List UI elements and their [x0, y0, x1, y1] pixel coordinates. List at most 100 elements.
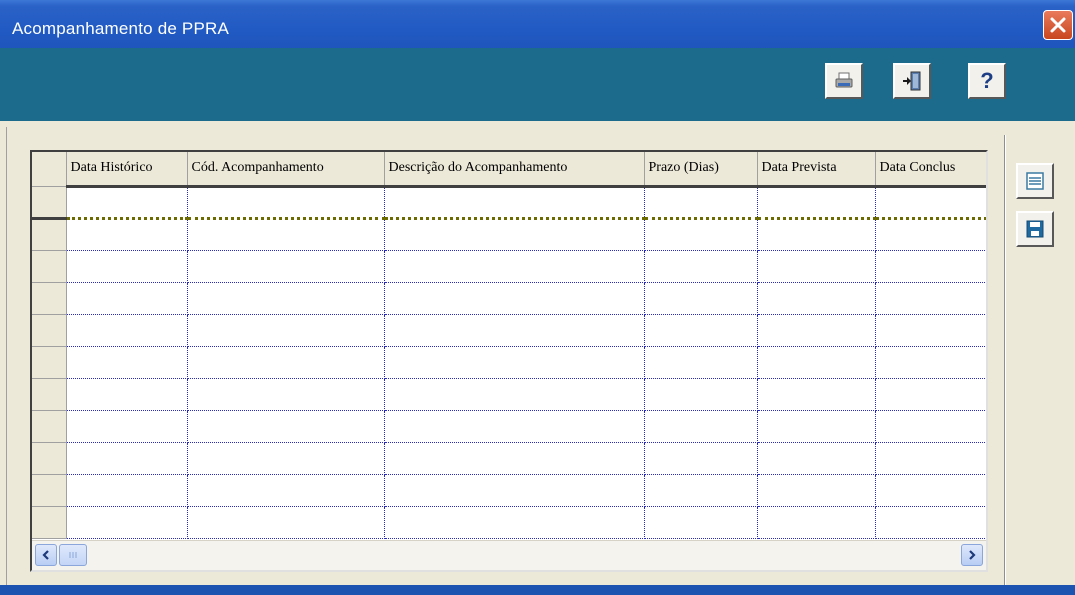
- grid-cell[interactable]: [875, 282, 986, 315]
- table-row[interactable]: [32, 410, 986, 443]
- row-selector[interactable]: [32, 218, 67, 251]
- print-button[interactable]: [825, 63, 863, 99]
- grid-cell[interactable]: [875, 314, 986, 347]
- grid-cell[interactable]: [384, 250, 645, 283]
- table-row[interactable]: [32, 346, 986, 379]
- grid-cell[interactable]: [757, 218, 876, 251]
- grid-cell[interactable]: [644, 218, 758, 251]
- table-row[interactable]: [32, 378, 986, 411]
- grid-cell[interactable]: [384, 506, 645, 539]
- row-selector[interactable]: [32, 378, 67, 411]
- grid-cell[interactable]: [384, 378, 645, 411]
- grid-cell[interactable]: [66, 314, 188, 347]
- row-selector[interactable]: [32, 410, 67, 443]
- table-row[interactable]: [32, 506, 986, 539]
- grid-cell[interactable]: [875, 250, 986, 283]
- grid-cell[interactable]: [384, 186, 645, 220]
- grid-cell[interactable]: [757, 282, 876, 315]
- grid-cell[interactable]: [875, 474, 986, 507]
- grid-cell[interactable]: [644, 186, 758, 220]
- grid-cell[interactable]: [757, 474, 876, 507]
- save-button[interactable]: [1016, 211, 1054, 247]
- data-grid[interactable]: Data Histórico Cód. Acompanhamento Descr…: [30, 150, 988, 572]
- grid-cell[interactable]: [875, 218, 986, 251]
- grid-cell[interactable]: [66, 410, 188, 443]
- grid-cell[interactable]: [644, 282, 758, 315]
- column-header[interactable]: Prazo (Dias): [644, 152, 758, 188]
- row-selector[interactable]: [32, 186, 67, 220]
- grid-cell[interactable]: [757, 410, 876, 443]
- table-row[interactable]: [32, 442, 986, 475]
- grid-cell[interactable]: [875, 186, 986, 220]
- grid-cell[interactable]: [66, 346, 188, 379]
- column-header[interactable]: Data Prevista: [757, 152, 876, 188]
- row-selector[interactable]: [32, 314, 67, 347]
- grid-cell[interactable]: [187, 442, 385, 475]
- grid-cell[interactable]: [875, 378, 986, 411]
- row-selector[interactable]: [32, 346, 67, 379]
- grid-cell[interactable]: [875, 410, 986, 443]
- grid-cell[interactable]: [757, 378, 876, 411]
- grid-cell[interactable]: [187, 314, 385, 347]
- table-row[interactable]: [32, 250, 986, 283]
- grid-cell[interactable]: [187, 506, 385, 539]
- grid-cell[interactable]: [644, 410, 758, 443]
- scroll-right-button[interactable]: [961, 544, 983, 566]
- scrollbar-thumb[interactable]: [59, 544, 87, 566]
- exit-button[interactable]: [893, 63, 931, 99]
- grid-cell[interactable]: [757, 314, 876, 347]
- list-button[interactable]: [1016, 163, 1054, 199]
- row-selector[interactable]: [32, 250, 67, 283]
- grid-cell[interactable]: [644, 250, 758, 283]
- column-header[interactable]: Cód. Acompanhamento: [187, 152, 385, 188]
- table-row[interactable]: [32, 314, 986, 347]
- grid-cell[interactable]: [644, 474, 758, 507]
- horizontal-scrollbar[interactable]: [32, 540, 986, 570]
- grid-cell[interactable]: [384, 442, 645, 475]
- grid-cell[interactable]: [187, 250, 385, 283]
- column-header[interactable]: Data Histórico: [66, 152, 188, 188]
- grid-cell[interactable]: [66, 282, 188, 315]
- grid-cell[interactable]: [644, 346, 758, 379]
- grid-cell[interactable]: [644, 442, 758, 475]
- grid-cell[interactable]: [757, 442, 876, 475]
- grid-cell[interactable]: [384, 410, 645, 443]
- grid-cell[interactable]: [875, 346, 986, 379]
- grid-cell[interactable]: [187, 378, 385, 411]
- grid-cell[interactable]: [644, 506, 758, 539]
- grid-cell[interactable]: [187, 282, 385, 315]
- column-header[interactable]: Data Conclus: [875, 152, 986, 188]
- grid-cell[interactable]: [875, 442, 986, 475]
- grid-cell[interactable]: [66, 442, 188, 475]
- row-selector[interactable]: [32, 506, 67, 539]
- grid-cell[interactable]: [757, 250, 876, 283]
- grid-cell[interactable]: [187, 346, 385, 379]
- row-selector[interactable]: [32, 282, 67, 315]
- grid-cell[interactable]: [187, 218, 385, 251]
- grid-cell[interactable]: [66, 506, 188, 539]
- row-selector[interactable]: [32, 442, 67, 475]
- grid-cell[interactable]: [644, 314, 758, 347]
- grid-cell[interactable]: [384, 346, 645, 379]
- grid-cell[interactable]: [757, 506, 876, 539]
- grid-cell[interactable]: [66, 474, 188, 507]
- grid-cell[interactable]: [66, 186, 188, 220]
- grid-cell[interactable]: [187, 474, 385, 507]
- grid-cell[interactable]: [187, 410, 385, 443]
- row-selector[interactable]: [32, 474, 67, 507]
- grid-cell[interactable]: [757, 186, 876, 220]
- grid-cell[interactable]: [66, 378, 188, 411]
- grid-cell[interactable]: [384, 314, 645, 347]
- grid-cell[interactable]: [644, 378, 758, 411]
- scroll-left-button[interactable]: [35, 544, 57, 566]
- grid-cell[interactable]: [66, 250, 188, 283]
- grid-cell[interactable]: [875, 506, 986, 539]
- grid-cell[interactable]: [384, 218, 645, 251]
- help-button[interactable]: ?: [968, 63, 1006, 99]
- table-row[interactable]: [32, 474, 986, 507]
- table-row[interactable]: [32, 282, 986, 315]
- column-header[interactable]: Descrição do Acompanhamento: [384, 152, 645, 188]
- table-row[interactable]: [32, 186, 986, 220]
- grid-cell[interactable]: [66, 218, 188, 251]
- grid-cell[interactable]: [757, 346, 876, 379]
